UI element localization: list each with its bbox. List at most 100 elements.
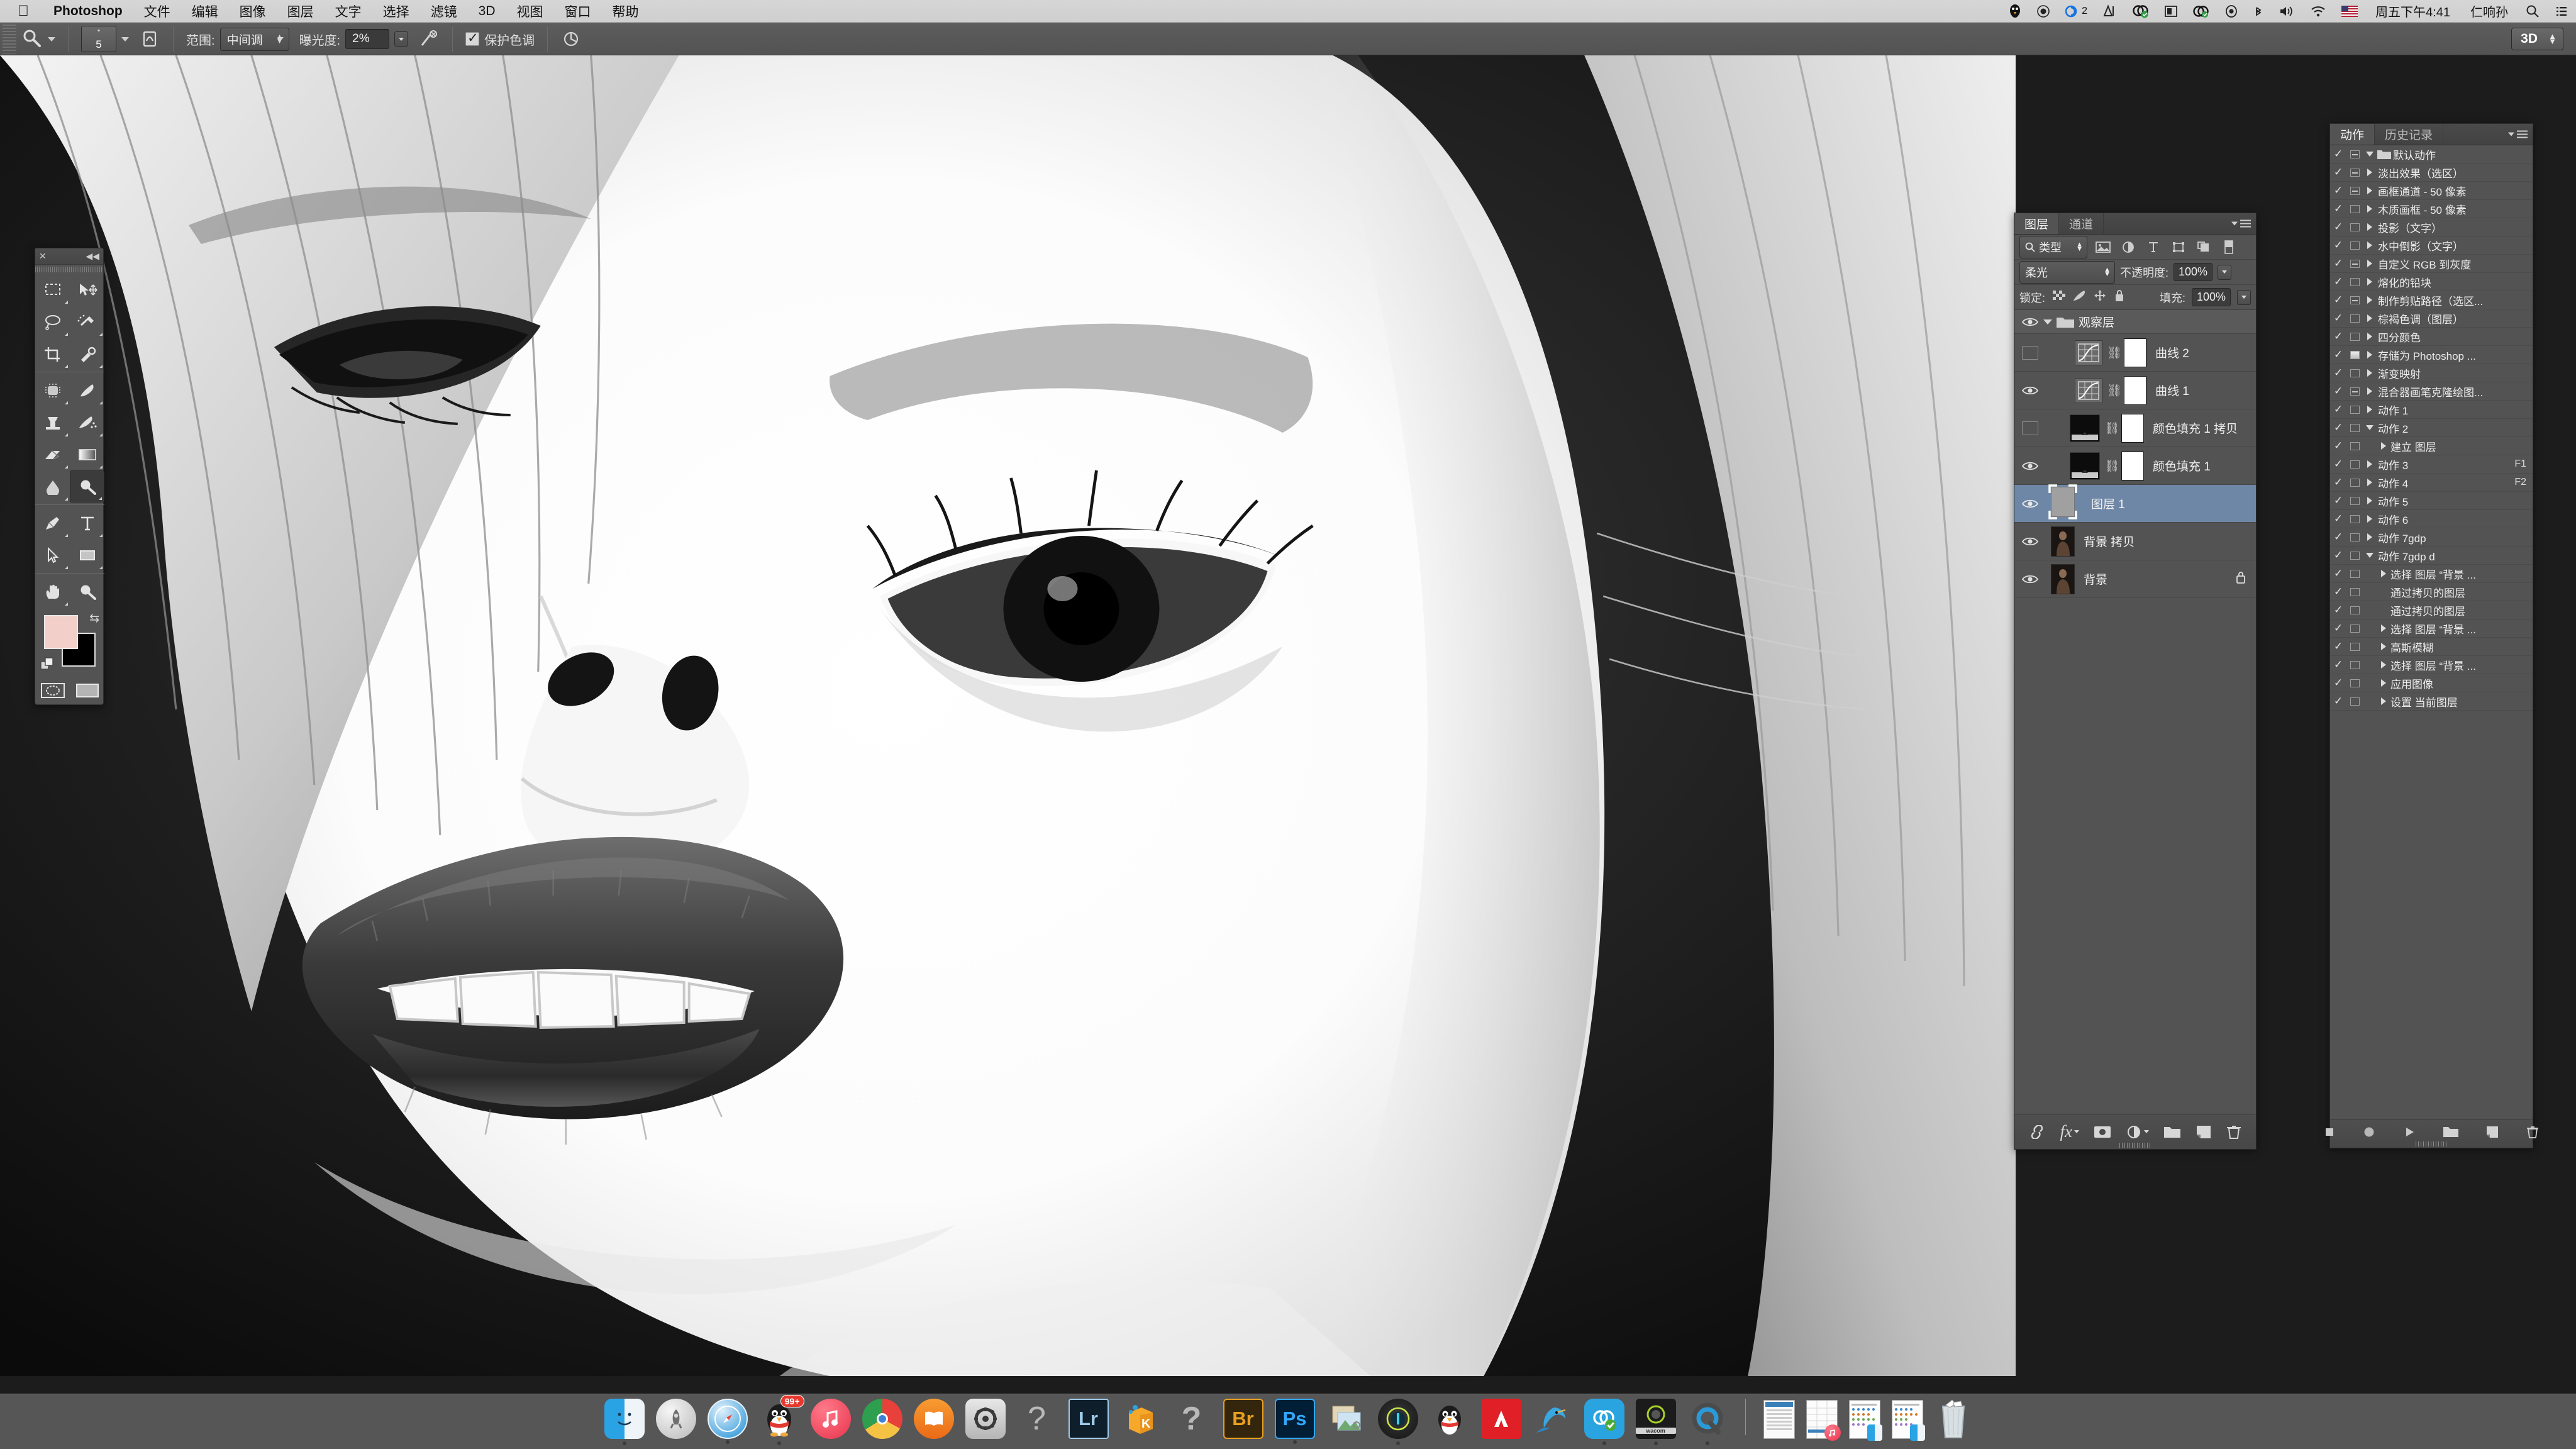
action-row[interactable]: ✓ 动作 6 [2330, 510, 2533, 528]
creative-cloud-status-icon[interactable]: 2 [2058, 4, 2095, 18]
solid-color-thumbnail[interactable] [2070, 414, 2100, 442]
dock-item-adobe[interactable] [1480, 1399, 1521, 1439]
brush-preset-caret-icon[interactable] [121, 36, 129, 42]
adjustment-filter-icon[interactable] [2119, 239, 2138, 255]
link-mask-icon[interactable]: ⛓ [2107, 345, 2122, 360]
document-image[interactable] [0, 55, 2016, 1376]
action-enabled-checkmark[interactable]: ✓ [2330, 622, 2346, 635]
twirl-down-icon[interactable] [2363, 553, 2377, 558]
action-enabled-checkmark[interactable]: ✓ [2330, 658, 2346, 671]
action-name[interactable]: 熔化的铅块 [2377, 274, 2533, 290]
action-row[interactable]: ✓ 熔化的铅块 [2330, 273, 2533, 291]
action-name[interactable]: 选择 图层 “背景 ... [2390, 621, 2533, 636]
menu-item-view[interactable]: 视图 [506, 2, 554, 21]
marquee-tool[interactable] [35, 274, 70, 306]
twirl-right-icon[interactable] [2377, 679, 2390, 687]
tools-grid[interactable]: ⇆ [35, 274, 104, 704]
add-mask-icon[interactable] [2093, 1124, 2112, 1140]
action-dialog-toggle[interactable] [2346, 405, 2363, 414]
range-stepper-arrows-icon[interactable]: ▲ ▼ [276, 33, 284, 45]
protect-tones-control[interactable]: 保护色调 [460, 30, 540, 48]
layer-row-background[interactable]: 背景 [2014, 560, 2256, 598]
foreground-color-swatch[interactable] [44, 615, 78, 649]
layer-thumbnails[interactable]: ⛓ [2070, 413, 2144, 443]
layer-row-colorfill[interactable]: ⛓ 颜色填充 1 [2014, 447, 2256, 485]
layer-row-background-copy[interactable]: 背景 拷贝 [2014, 523, 2256, 560]
action-name[interactable]: 制作剪贴路径（选区... [2377, 292, 2533, 308]
action-name[interactable]: 混合器画笔克隆绘图... [2377, 384, 2533, 399]
menu-item-file[interactable]: 文件 [133, 2, 181, 21]
twirl-right-icon[interactable] [2377, 661, 2390, 669]
action-row[interactable]: ✓ 存储为 Photoshop ... [2330, 346, 2533, 364]
lock-all-icon[interactable] [2113, 289, 2126, 306]
action-row[interactable]: ✓ 棕褐色调（图层） [2330, 309, 2533, 328]
menu-bar-clock[interactable]: 周五下午4:41 [2365, 2, 2460, 20]
sync-status-icon[interactable] [2185, 4, 2217, 18]
clone-stamp-tool[interactable] [35, 406, 70, 438]
layer-mask-thumbnail[interactable] [2124, 375, 2146, 405]
layer-name[interactable]: 观察层 [2079, 313, 2114, 330]
current-tool-indicator[interactable] [16, 28, 60, 50]
layer-name[interactable]: 曲线 2 [2155, 344, 2189, 361]
play-icon[interactable] [2402, 1125, 2416, 1142]
action-enabled-checkmark[interactable]: ✓ [2330, 239, 2346, 252]
action-dialog-toggle[interactable] [2346, 679, 2363, 687]
actions-list[interactable]: ✓ 默认动作 ✓ 淡出效果（选区） ✓ 画框通道 - 50 像素 ✓ 木质画框 - 50 像素… [2330, 145, 2533, 1119]
dock-item-quicktime[interactable] [1687, 1399, 1728, 1439]
eyedropper-tool[interactable] [70, 338, 104, 370]
action-enabled-checkmark[interactable]: ✓ [2330, 513, 2346, 525]
twirl-right-icon[interactable] [2363, 460, 2377, 468]
twirl-right-icon[interactable] [2377, 625, 2390, 632]
lock-position-icon[interactable] [2093, 289, 2107, 305]
workspace-stepper-arrows-icon[interactable]: ▲ ▼ [2548, 32, 2557, 45]
action-name[interactable]: 动作 2 [2377, 420, 2533, 436]
dock-item-safari[interactable] [707, 1399, 748, 1439]
action-dialog-toggle[interactable] [2346, 186, 2363, 195]
action-row[interactable]: ✓ 建立 图层 [2330, 437, 2533, 455]
action-row[interactable]: ✓ 通过拷贝的图层 [2330, 601, 2533, 619]
action-enabled-checkmark[interactable]: ✓ [2330, 494, 2346, 507]
layer-thumbnails[interactable]: ⛓ [2070, 451, 2144, 480]
action-name[interactable]: 通过拷贝的图层 [2390, 602, 2533, 618]
menu-item-image[interactable]: 图像 [229, 2, 277, 21]
screen-mode-icon[interactable] [75, 682, 99, 699]
action-enabled-checkmark[interactable]: ✓ [2330, 275, 2346, 288]
action-enabled-checkmark[interactable]: ✓ [2330, 294, 2346, 306]
action-dialog-toggle[interactable] [2346, 569, 2363, 578]
actions-panel[interactable]: 动作 历史记录 ✓ 默认动作 ✓ 淡出效果（选区） ✓ 画框通道 - 50 像素 ✓ 木质画框… [2326, 123, 2538, 1148]
action-dialog-toggle[interactable] [2346, 478, 2363, 487]
action-dialog-toggle[interactable] [2346, 423, 2363, 432]
twirl-down-icon[interactable] [2363, 425, 2377, 430]
action-enabled-checkmark[interactable]: ✓ [2330, 567, 2346, 580]
curves-adjustment-thumbnail[interactable] [2075, 377, 2102, 403]
dock-item-hummingbird[interactable] [1533, 1399, 1573, 1439]
action-dialog-toggle[interactable] [2346, 150, 2363, 158]
action-enabled-checkmark[interactable]: ✓ [2330, 203, 2346, 215]
link-mask-icon[interactable]: ⛓ [2107, 383, 2122, 398]
tools-palette-header[interactable]: ✕ ◀◀ [35, 248, 103, 265]
action-row[interactable]: ✓ 选择 图层 “背景 ... [2330, 619, 2533, 638]
action-name[interactable]: 水中倒影（文字） [2377, 238, 2533, 253]
action-dialog-toggle[interactable] [2346, 660, 2363, 669]
twirl-right-icon[interactable] [2377, 643, 2390, 650]
action-name[interactable]: 存储为 Photoshop ... [2377, 347, 2533, 363]
pen-tool[interactable] [35, 507, 70, 539]
delete-layer-icon[interactable] [2226, 1124, 2242, 1140]
action-enabled-checkmark[interactable]: ✓ [2330, 385, 2346, 397]
layer-row-curves1[interactable]: ⛓ 曲线 1 [2014, 372, 2256, 409]
dock-item-preview[interactable] [1326, 1399, 1367, 1439]
layer-visibility-toggle[interactable] [2017, 385, 2043, 396]
action-name[interactable]: 应用图像 [2390, 675, 2533, 691]
layer-name[interactable]: 背景 拷贝 [2084, 533, 2135, 550]
menu-item-type[interactable]: 文字 [325, 2, 372, 21]
action-dialog-toggle[interactable] [2346, 496, 2363, 505]
layer-visibility-toggle[interactable] [2017, 498, 2043, 509]
layer-style-fx-icon[interactable]: fx [2060, 1122, 2079, 1141]
menu-item-filter[interactable]: 滤镜 [420, 2, 468, 21]
action-row[interactable]: ✓ 应用图像 [2330, 674, 2533, 692]
path-selection-tool[interactable] [35, 539, 70, 571]
minimized-qq-window[interactable] [1763, 1400, 1795, 1439]
opacity-slider-caret-icon[interactable] [2218, 264, 2232, 280]
action-enabled-checkmark[interactable]: ✓ [2330, 221, 2346, 233]
action-row[interactable]: ✓ 设置 当前图层 [2330, 692, 2533, 711]
